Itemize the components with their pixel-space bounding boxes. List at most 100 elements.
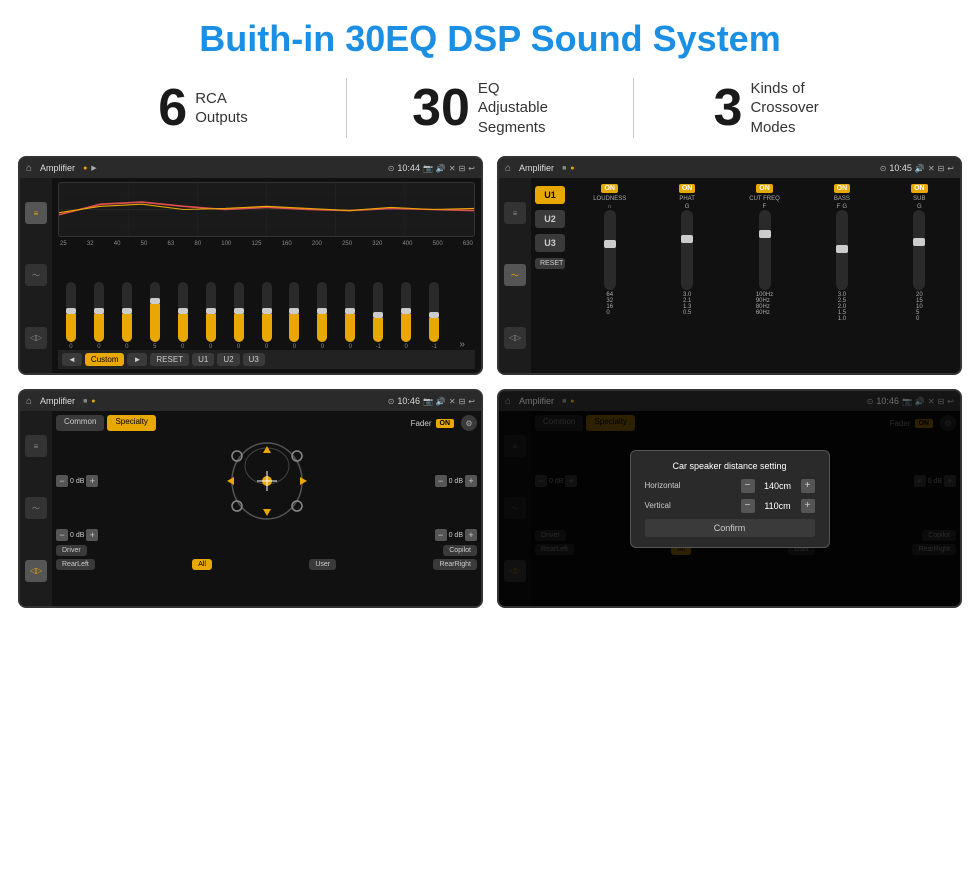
- tab-common[interactable]: Common: [56, 415, 104, 431]
- crossover-status-bar: ⌂ Amplifier ■ ● ⊙ 10:45 🔊 ✕ ⊟ ↩: [499, 158, 960, 178]
- cutfreq-vals: 100Hz90Hz80Hz60Hz: [756, 292, 773, 316]
- cv-sidebar-eq-icon[interactable]: ≡: [504, 202, 526, 224]
- horizontal-plus-btn[interactable]: +: [801, 479, 815, 493]
- stat-eq: 30 EQ AdjustableSegments: [347, 79, 633, 138]
- eq-slider-10[interactable]: 0: [309, 282, 335, 350]
- eq-time: 10:44: [397, 163, 420, 173]
- bass-slider[interactable]: [836, 210, 848, 290]
- fd-location-icon: ⊙: [388, 397, 395, 406]
- eq-slider-11[interactable]: 0: [337, 282, 363, 350]
- sub-on-badge[interactable]: ON: [911, 184, 928, 193]
- page-title: Buith-in 30EQ DSP Sound System: [0, 0, 980, 70]
- rear-right-control: − 0 dB +: [435, 529, 477, 541]
- sub-slider[interactable]: [913, 210, 925, 290]
- stats-row: 6 RCAOutputs 30 EQ AdjustableSegments 3 …: [0, 70, 980, 152]
- confirm-button[interactable]: Confirm: [645, 519, 815, 537]
- fr-minus-btn[interactable]: −: [435, 475, 447, 487]
- fader-sidebar-wave-icon[interactable]: 〜: [25, 497, 47, 519]
- fr-plus-btn[interactable]: +: [465, 475, 477, 487]
- vertical-plus-btn[interactable]: +: [801, 499, 815, 513]
- fl-value: 0 dB: [70, 478, 84, 485]
- stat-rca: 6 RCAOutputs: [60, 82, 346, 134]
- eq-slider-7[interactable]: 0: [226, 282, 252, 350]
- cv-left-sidebar: ≡ 〜 ◁▷: [499, 178, 531, 373]
- eq-u3-btn[interactable]: U3: [243, 353, 265, 366]
- eq-screen-content: ≡ 〜 ◁▷: [20, 178, 481, 373]
- rr-minus-btn[interactable]: −: [435, 529, 447, 541]
- phat-slider[interactable]: [681, 210, 693, 290]
- dialog-screen: ⌂ Amplifier ■ ● ⊙ 10:46 📷 🔊 ✕ ⊟ ↩ ≡ 〜 ◁▷: [497, 389, 962, 608]
- crossover-home-icon: ⌂: [505, 163, 511, 174]
- car-diagram: [217, 436, 317, 526]
- eq-slider-2[interactable]: 0: [86, 282, 112, 350]
- cv-sidebar-wave-icon[interactable]: 〜: [504, 264, 526, 286]
- eq-status-bar: ⌂ Amplifier ● ▶ ⊙ 10:44 📷 🔊 ✕ ⊟ ↩: [20, 158, 481, 178]
- eq-slider-4[interactable]: 5: [142, 282, 168, 350]
- cv-sidebar-vol-icon[interactable]: ◁▷: [504, 327, 526, 349]
- fader-left-sidebar: ≡ 〜 ◁▷: [20, 411, 52, 606]
- cv-reset-btn[interactable]: RESET: [535, 258, 565, 269]
- fader-sidebar-vol-icon[interactable]: ◁▷: [25, 560, 47, 582]
- rr-plus-btn[interactable]: +: [465, 529, 477, 541]
- cutfreq-label: CUT FREQ: [749, 196, 780, 202]
- crossover-app-title: Amplifier: [519, 163, 554, 173]
- rearleft-btn[interactable]: RearLeft: [56, 559, 95, 570]
- user-btn[interactable]: User: [309, 559, 336, 570]
- minimize-icon: ⊟: [459, 164, 466, 173]
- eq-slider-5[interactable]: 0: [170, 282, 196, 350]
- cv-close-icon: ✕: [928, 164, 935, 173]
- stat-number-rca: 6: [158, 82, 187, 134]
- sub-vals: 20151050: [916, 292, 923, 322]
- fader-settings-icon[interactable]: ⚙: [461, 415, 477, 431]
- fader-sidebar-eq-icon[interactable]: ≡: [25, 435, 47, 457]
- eq-slider-9[interactable]: 0: [282, 282, 308, 350]
- rl-plus-btn[interactable]: +: [86, 529, 98, 541]
- fader-on-badge[interactable]: ON: [436, 419, 455, 428]
- phat-on-badge[interactable]: ON: [679, 184, 696, 193]
- eq-sidebar-wave-icon[interactable]: 〜: [25, 264, 47, 286]
- cv-u3-btn[interactable]: U3: [535, 234, 565, 252]
- cv-u1-btn[interactable]: U1: [535, 186, 565, 204]
- eq-sidebar-vol-icon[interactable]: ◁▷: [25, 327, 47, 349]
- eq-expand-btn[interactable]: »: [449, 339, 475, 350]
- eq-sidebar-eq-icon[interactable]: ≡: [25, 202, 47, 224]
- eq-slider-1[interactable]: 0: [58, 282, 84, 350]
- horizontal-minus-btn[interactable]: −: [741, 479, 755, 493]
- loudness-on-badge[interactable]: ON: [601, 184, 618, 193]
- vertical-minus-btn[interactable]: −: [741, 499, 755, 513]
- rl-value: 0 dB: [70, 532, 84, 539]
- cv-u2-btn[interactable]: U2: [535, 210, 565, 228]
- fl-plus-btn[interactable]: +: [86, 475, 98, 487]
- eq-u2-btn[interactable]: U2: [217, 353, 239, 366]
- dialog-overlay: Car speaker distance setting Horizontal …: [499, 391, 960, 606]
- all-btn[interactable]: All: [192, 559, 212, 570]
- eq-slider-8[interactable]: 0: [254, 282, 280, 350]
- eq-u1-btn[interactable]: U1: [192, 353, 214, 366]
- fl-minus-btn[interactable]: −: [56, 475, 68, 487]
- copilot-btn[interactable]: Copilot: [443, 545, 477, 556]
- cv-ch-loudness: ON LOUDNESS ∩ 6432160: [573, 184, 646, 367]
- eq-reset-btn[interactable]: RESET: [150, 353, 189, 366]
- driver-btn[interactable]: Driver: [56, 545, 87, 556]
- cutfreq-slider[interactable]: [759, 210, 771, 290]
- eq-slider-13[interactable]: 0: [393, 282, 419, 350]
- loudness-slider[interactable]: [604, 210, 616, 290]
- eq-slider-3[interactable]: 0: [114, 282, 140, 350]
- eq-slider-14[interactable]: -1: [421, 282, 447, 350]
- cutfreq-on-badge[interactable]: ON: [756, 184, 773, 193]
- horizontal-field: Horizontal − 140cm +: [645, 479, 815, 493]
- eq-freq-labels: 253240506380100125160200250320400500630: [58, 241, 475, 247]
- cv-ch-bass: ON BASS FG 3.02.52.01.51.0: [805, 184, 878, 367]
- fader-status-bar: ⌂ Amplifier ■ ● ⊙ 10:46 📷 🔊 ✕ ⊟ ↩: [20, 391, 481, 411]
- rearright-btn[interactable]: RearRight: [433, 559, 477, 570]
- bass-on-badge[interactable]: ON: [834, 184, 851, 193]
- eq-status-icons: ⊙ 10:44 📷 🔊 ✕ ⊟ ↩: [388, 163, 475, 173]
- eq-mode-btn[interactable]: Custom: [85, 353, 125, 366]
- eq-left-sidebar: ≡ 〜 ◁▷: [20, 178, 52, 373]
- eq-slider-6[interactable]: 0: [198, 282, 224, 350]
- rl-minus-btn[interactable]: −: [56, 529, 68, 541]
- eq-slider-12[interactable]: -1: [365, 282, 391, 350]
- tab-specialty[interactable]: Specialty: [107, 415, 155, 431]
- eq-prev-btn[interactable]: ◄: [62, 353, 82, 366]
- eq-next-btn[interactable]: ►: [127, 353, 147, 366]
